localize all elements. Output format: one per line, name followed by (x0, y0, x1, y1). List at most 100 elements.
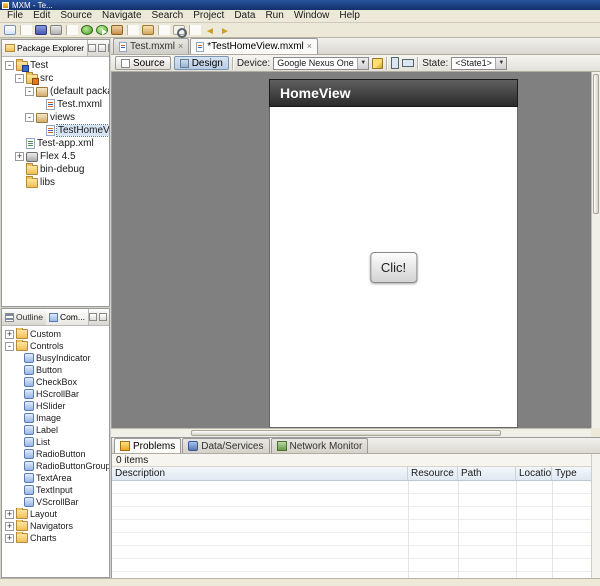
tree-expander-icon[interactable]: - (5, 342, 14, 351)
component-item[interactable]: + Layout (2, 508, 109, 520)
tree-expander-icon[interactable] (15, 139, 24, 148)
tree-item[interactable]: + Flex 4.5 (2, 150, 109, 163)
tree-expander-icon[interactable]: - (25, 87, 34, 96)
tree-expander-icon[interactable]: + (5, 522, 14, 531)
menu-item[interactable]: File (2, 10, 28, 22)
component-item[interactable]: HSlider (2, 400, 109, 412)
component-item[interactable]: RadioButton (2, 448, 109, 460)
menu-item[interactable]: Data (229, 10, 260, 22)
tree-expander-icon[interactable] (13, 450, 22, 459)
landscape-orientation-icon[interactable] (402, 59, 414, 67)
tree-expander-icon[interactable] (13, 414, 22, 423)
component-item[interactable]: List (2, 436, 109, 448)
scrollbar-thumb[interactable] (191, 430, 501, 436)
column-header[interactable]: Resource (408, 467, 458, 480)
tree-expander-icon[interactable] (13, 402, 22, 411)
minimize-icon[interactable] (108, 44, 109, 52)
component-item[interactable]: RadioButtonGroup (2, 460, 109, 472)
profile-icon[interactable] (111, 25, 123, 35)
close-tab-icon[interactable]: × (307, 42, 312, 51)
tree-item[interactable]: - Test (2, 59, 109, 72)
tree-expander-icon[interactable] (13, 486, 22, 495)
search-icon[interactable] (173, 25, 185, 35)
table-scrollbar[interactable] (591, 454, 600, 578)
export-release-icon[interactable] (142, 25, 154, 35)
menu-item[interactable]: Search (147, 10, 189, 22)
component-item[interactable]: + Charts (2, 532, 109, 544)
back-icon[interactable] (204, 25, 216, 35)
column-header[interactable]: Description (112, 467, 408, 480)
tab-data-services[interactable]: Data/Services (182, 438, 269, 453)
tree-expander-icon[interactable]: + (5, 330, 14, 339)
column-header[interactable]: Path (458, 467, 516, 480)
tree-expander-icon[interactable] (35, 100, 44, 109)
tree-expander-icon[interactable] (13, 462, 22, 471)
menu-item[interactable]: Run (260, 10, 288, 22)
print-icon[interactable] (50, 25, 62, 35)
menu-item[interactable]: Navigate (97, 10, 146, 22)
tree-item[interactable]: Test-app.xml (2, 137, 109, 150)
debug-icon[interactable] (81, 25, 93, 35)
component-item[interactable]: HScrollBar (2, 388, 109, 400)
portrait-orientation-icon[interactable] (391, 57, 399, 69)
component-item[interactable]: CheckBox (2, 376, 109, 388)
tree-item[interactable]: libs (2, 176, 109, 189)
horizontal-scrollbar[interactable] (111, 428, 591, 437)
tab-outline[interactable]: Outline (2, 309, 46, 325)
component-item[interactable]: + Custom (2, 328, 109, 340)
tree-expander-icon[interactable]: + (15, 152, 24, 161)
component-item[interactable]: Image (2, 412, 109, 424)
design-button[interactable]: Design (174, 56, 229, 70)
menu-item[interactable]: Help (334, 10, 365, 22)
component-item[interactable]: TextInput (2, 484, 109, 496)
state-select[interactable]: <State1> ▼ (451, 57, 507, 70)
tab-problems[interactable]: Problems (114, 438, 181, 453)
component-item[interactable]: - Controls (2, 340, 109, 352)
scrollbar-thumb[interactable] (593, 74, 599, 214)
design-canvas[interactable]: HomeView Clic! (111, 72, 591, 428)
tab-package-explorer[interactable]: Package Explorer (2, 40, 88, 56)
run-icon[interactable] (96, 25, 108, 35)
component-item[interactable]: TextArea (2, 472, 109, 484)
column-header[interactable]: Type (552, 467, 591, 480)
maximize-icon[interactable] (99, 313, 107, 321)
tree-expander-icon[interactable] (13, 354, 22, 363)
menu-item[interactable]: Edit (28, 10, 55, 22)
tree-expander-icon[interactable] (13, 366, 22, 375)
component-item[interactable]: + Navigators (2, 520, 109, 532)
tree-expander-icon[interactable] (13, 474, 22, 483)
vertical-scrollbar[interactable] (591, 72, 600, 428)
tree-expander-icon[interactable] (13, 426, 22, 435)
close-tab-icon[interactable]: × (178, 42, 183, 51)
tree-expander-icon[interactable] (13, 390, 22, 399)
tree-item[interactable]: Test.mxml (2, 98, 109, 111)
tree-expander-icon[interactable]: - (5, 61, 14, 70)
clic-button[interactable]: Clic! (370, 252, 417, 283)
menu-item[interactable]: Window (289, 10, 335, 22)
menu-item[interactable]: Source (55, 10, 97, 22)
column-header[interactable]: Location (516, 467, 552, 480)
tree-expander-icon[interactable]: - (15, 74, 24, 83)
minimize-icon[interactable] (89, 313, 97, 321)
component-item[interactable]: Button (2, 364, 109, 376)
tab-test-mxml[interactable]: Test.mxml × (113, 38, 189, 54)
new-file-icon[interactable] (4, 25, 16, 35)
forward-icon[interactable] (219, 25, 231, 35)
tree-expander-icon[interactable] (13, 378, 22, 387)
tab-components[interactable]: Com... (46, 309, 89, 325)
device-select[interactable]: Google Nexus One ▼ (273, 57, 369, 70)
tree-item[interactable]: TestHomeView.mxml (2, 124, 109, 137)
component-item[interactable]: Label (2, 424, 109, 436)
tab-testhomeview-mxml[interactable]: *TestHomeView.mxml × (190, 38, 318, 54)
view-menu-icon[interactable] (98, 44, 106, 52)
tree-expander-icon[interactable]: + (5, 510, 14, 519)
tree-item[interactable]: - views (2, 111, 109, 124)
tab-network-monitor[interactable]: Network Monitor (271, 438, 369, 453)
component-item[interactable]: BusyIndicator (2, 352, 109, 364)
menu-item[interactable]: Project (188, 10, 229, 22)
save-icon[interactable] (35, 25, 47, 35)
tree-item[interactable]: - src (2, 72, 109, 85)
component-item[interactable]: VScrollBar (2, 496, 109, 508)
tree-expander-icon[interactable] (13, 498, 22, 507)
tree-expander-icon[interactable] (35, 126, 44, 135)
